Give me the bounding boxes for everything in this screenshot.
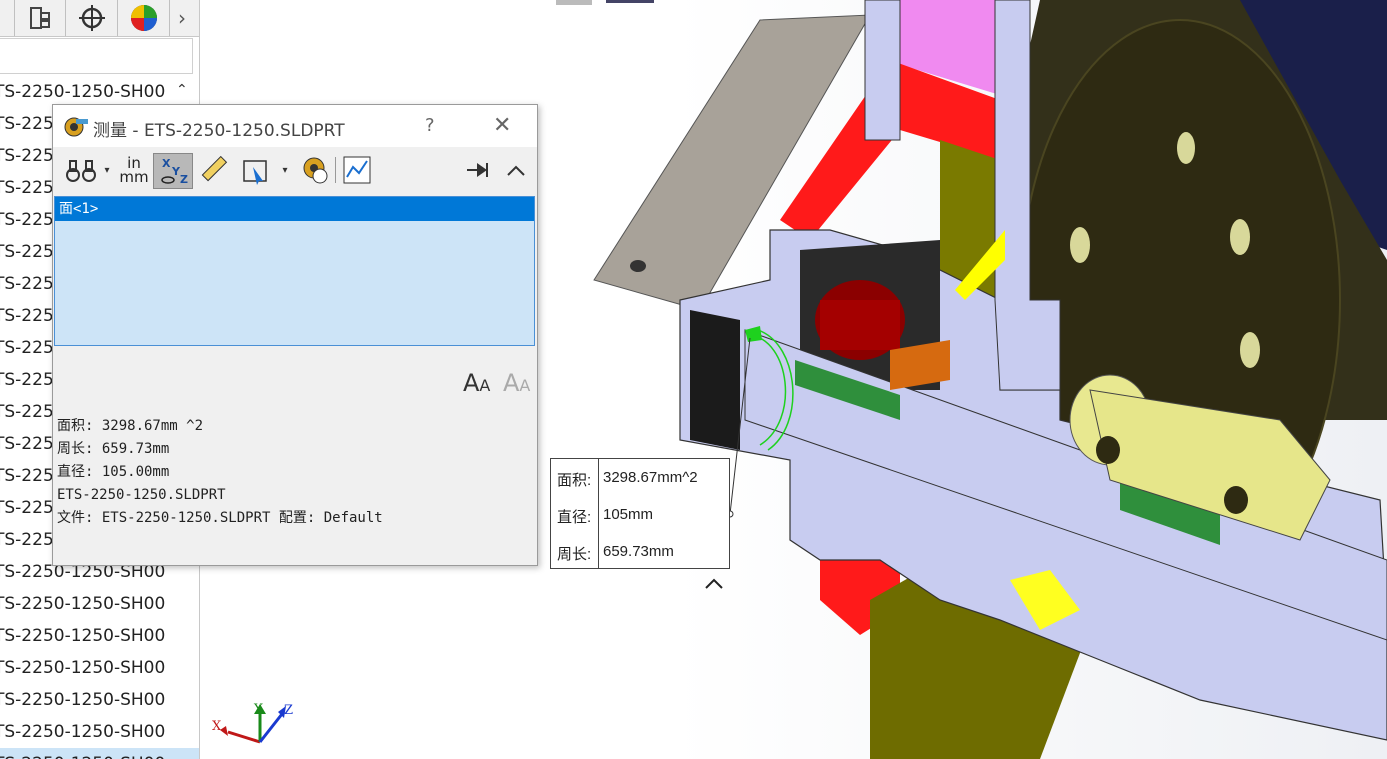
point-to-point-button[interactable] xyxy=(195,153,231,187)
triad-x-label: X xyxy=(212,719,222,734)
tabs-more-chevron-icon[interactable]: › xyxy=(178,6,186,30)
tree-item[interactable]: TS-2250-1250-SH00 xyxy=(0,716,199,748)
tab-dimxpert[interactable] xyxy=(67,0,118,36)
selected-face-item[interactable]: 面<1> xyxy=(55,197,534,221)
callout-collapse-chevron-icon[interactable] xyxy=(704,574,724,595)
selection-tool-button[interactable] xyxy=(239,153,273,187)
callout-area-row: 面积: 3298.67mm^2 xyxy=(551,459,729,495)
tab-display-manager[interactable] xyxy=(119,0,170,36)
arc-circle-measure-button[interactable] xyxy=(59,153,103,187)
toolbar-separator xyxy=(335,157,336,183)
cursor-select-icon xyxy=(243,160,267,185)
dropdown-arrow-icon[interactable]: ▾ xyxy=(279,153,291,187)
binoculars-icon xyxy=(66,160,96,182)
graph-icon xyxy=(343,156,371,184)
crosshair-icon xyxy=(79,5,105,31)
tree-filter-box[interactable] xyxy=(0,38,193,74)
callout-diameter-row: 直径: 105mm xyxy=(551,496,729,532)
tab-property-manager[interactable] xyxy=(15,0,66,36)
property-manager-icon xyxy=(30,7,50,29)
svg-text:X: X xyxy=(162,157,171,170)
dialog-title: 测量 - ETS-2250-1250.SLDPRT xyxy=(93,121,345,141)
pin-button[interactable] xyxy=(463,153,493,187)
increase-font-icon[interactable]: AA xyxy=(463,369,490,397)
tree-item[interactable]: TS-2250-1250-SH00 xyxy=(0,588,199,620)
triad-y-label: Y xyxy=(253,702,263,717)
collapse-button[interactable] xyxy=(503,153,529,187)
svg-text:Z: Z xyxy=(180,173,188,186)
dialog-titlebar[interactable]: 测量 - ETS-2250-1250.SLDPRT ? ✕ xyxy=(53,105,537,147)
ruler-icon xyxy=(201,155,228,182)
callout-area-value: 3298.67mm^2 xyxy=(603,469,698,486)
dropdown-arrow-icon[interactable]: ▾ xyxy=(101,153,113,187)
collapse-chevron-icon[interactable]: ⌃ xyxy=(176,82,188,98)
triad-z-label: Z xyxy=(284,703,293,718)
create-sensor-button[interactable] xyxy=(341,153,373,187)
callout-diameter-label: 直径: xyxy=(557,509,592,526)
measure-dialog: 测量 - ETS-2250-1250.SLDPRT ? ✕ ▾ in mm XY… xyxy=(52,104,538,566)
tree-item[interactable]: TS-2250-1250-SH00 xyxy=(0,684,199,716)
tree-item[interactable]: TS-2250-1250-SH00 xyxy=(0,652,199,684)
callout-diameter-value: 105mm xyxy=(603,506,654,523)
measure-history-button[interactable] xyxy=(297,153,331,187)
tree-item[interactable]: TS-2250-1250-SH00 xyxy=(0,620,199,652)
callout-perimeter-value: 659.73mm xyxy=(603,543,674,560)
help-button[interactable]: ? xyxy=(425,115,435,136)
result-part-name: ETS-2250-1250.SLDPRT xyxy=(57,487,226,503)
measure-results: 面积: 3298.67mm ^2 周长: 659.73mm 直径: 105.00… xyxy=(57,415,383,530)
measure-callout: 面积: 3298.67mm^2 直径: 105mm 周长: 659.73mm xyxy=(550,458,730,569)
tree-item[interactable]: TS-2250-1250-SH00 xyxy=(0,748,199,759)
reference-triad: X Y Z xyxy=(212,702,293,744)
feature-manager-tabs: › xyxy=(0,0,199,37)
xyz-eye-icon: XYZ xyxy=(161,157,188,186)
show-xyz-button[interactable]: XYZ xyxy=(153,153,193,189)
tab-feature-tree[interactable] xyxy=(0,0,15,36)
units-mm-label: mm xyxy=(119,168,149,186)
result-perimeter: 周长: 659.73mm xyxy=(57,441,170,457)
chevron-up-icon xyxy=(507,165,525,176)
callout-perimeter-row: 周长: 659.73mm xyxy=(551,533,729,569)
decrease-font-icon[interactable]: AA xyxy=(503,369,530,397)
result-file-config: 文件: ETS-2250-1250.SLDPRT 配置: Default xyxy=(57,510,383,526)
selection-list[interactable]: 面<1> xyxy=(54,196,535,346)
measure-history-icon xyxy=(303,157,328,184)
result-area: 面积: 3298.67mm ^2 xyxy=(57,418,204,434)
callout-perimeter-label: 周长: xyxy=(557,546,592,563)
callout-area-label: 面积: xyxy=(557,472,592,489)
close-button[interactable]: ✕ xyxy=(493,113,511,138)
result-diameter: 直径: 105.00mm xyxy=(57,464,170,480)
measure-toolbar: ▾ in mm XYZ ▾ xyxy=(53,149,537,193)
units-precision-button[interactable]: in mm xyxy=(117,153,151,187)
appearance-sphere-icon xyxy=(131,5,157,31)
measure-tape-icon xyxy=(64,117,88,137)
pin-icon xyxy=(467,163,488,177)
